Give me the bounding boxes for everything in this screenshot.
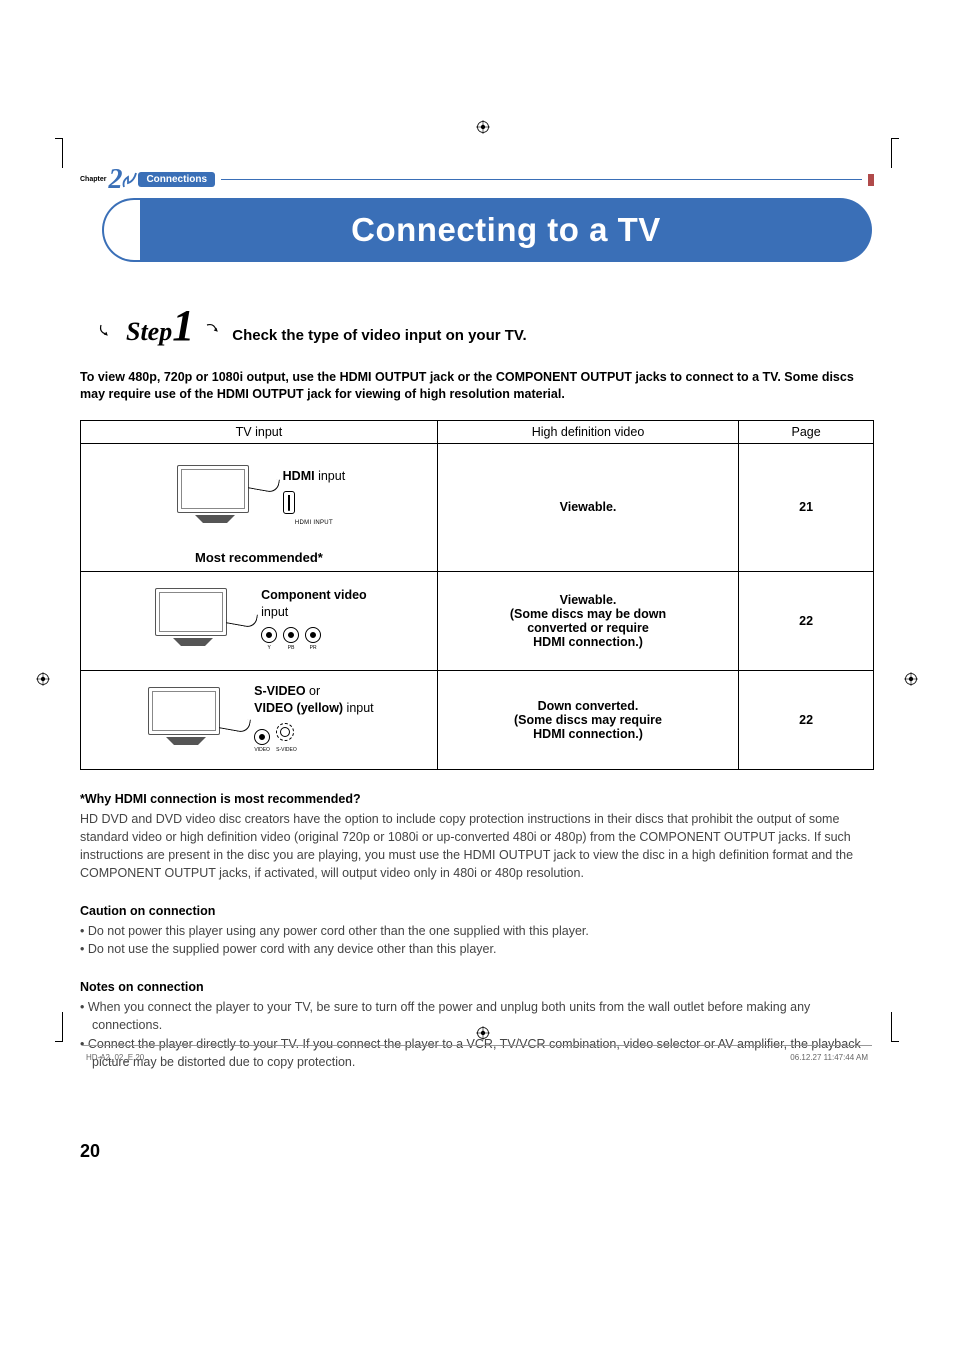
divider (221, 179, 862, 180)
th-page: Page (739, 420, 874, 443)
chapter-separator-icon (122, 171, 138, 189)
step-heading: Step1 Check the type of video input on y… (98, 300, 874, 351)
tv-illustration-icon (151, 586, 247, 656)
svideo-port-icon (276, 723, 294, 741)
th-tv-input: TV input (81, 420, 438, 443)
list-item: When you connect the player to your TV, … (80, 998, 874, 1034)
av-jacks-icon: VIDEO S-VIDEO (254, 723, 297, 755)
list-item: Connect the player directly to your TV. … (80, 1035, 874, 1071)
hd-status: Viewable. (560, 500, 617, 514)
banner-curve-icon (102, 198, 142, 262)
why-body: HD DVD and DVD video disc creators have … (80, 810, 874, 883)
step-description: Check the type of video input on your TV… (232, 327, 526, 344)
list-item: Do not power this player using any power… (80, 922, 874, 940)
notes-list: When you connect the player to your TV, … (80, 998, 874, 1071)
step-number: 1 (172, 301, 194, 350)
input-table: TV input High definition video Page H (80, 420, 874, 770)
chapter-number: 2 (108, 170, 122, 190)
notes-heading: Notes on connection (80, 980, 874, 994)
hd-status: Viewable. (Some discs may be down conver… (510, 593, 666, 649)
caution-list: Do not power this player using any power… (80, 922, 874, 958)
footer-divider (82, 1045, 872, 1046)
footer-left-text: HD-A2_02_E 20 (86, 1053, 144, 1062)
why-heading: *Why HDMI connection is most recommended… (80, 792, 874, 806)
step-prefix: Step (126, 317, 172, 346)
caution-heading: Caution on connection (80, 904, 874, 918)
list-item: Do not use the supplied power cord with … (80, 940, 874, 958)
page-ref: 21 (799, 500, 813, 514)
chapter-header: Chapter 2 Connections (80, 170, 874, 190)
port-sublabel: HDMI INPUT (283, 519, 346, 527)
footer-right-text: 06.12.27 11:47:44 AM (790, 1053, 868, 1062)
swirl-arrow-icon (98, 322, 116, 340)
tv-illustration-icon (144, 685, 240, 755)
th-hd-video: High definition video (437, 420, 738, 443)
chapter-badge: Connections (138, 172, 215, 187)
input-label: S-VIDEO or VIDEO (yellow) input VIDEO S-… (254, 683, 374, 757)
tv-illustration-icon (173, 463, 269, 533)
hd-status: Down converted. (Some discs may require … (514, 699, 662, 741)
input-label: HDMI input HDMI INPUT (283, 468, 346, 528)
table-row: Component videoinput Y PB PR Viewable. (… (81, 571, 874, 670)
component-jacks-icon: Y PB PR (261, 627, 321, 652)
chapter-label: Chapter (80, 176, 106, 183)
thumb-tab-icon (868, 174, 874, 186)
hdmi-port-icon (283, 491, 295, 515)
page-ref: 22 (799, 713, 813, 727)
table-row: HDMI input HDMI INPUT Most recommended* … (81, 443, 874, 571)
title-banner: Connecting to a TV (80, 198, 874, 262)
input-label: Component videoinput Y PB PR (261, 587, 367, 654)
table-row: S-VIDEO or VIDEO (yellow) input VIDEO S-… (81, 670, 874, 769)
swirl-arrow-icon (204, 322, 222, 340)
intro-text: To view 480p, 720p or 1080i output, use … (80, 369, 874, 404)
page-ref: 22 (799, 614, 813, 628)
page-title: Connecting to a TV (351, 211, 661, 249)
recommend-label: Most recommended* (87, 550, 431, 565)
page-number: 20 (80, 1141, 874, 1162)
